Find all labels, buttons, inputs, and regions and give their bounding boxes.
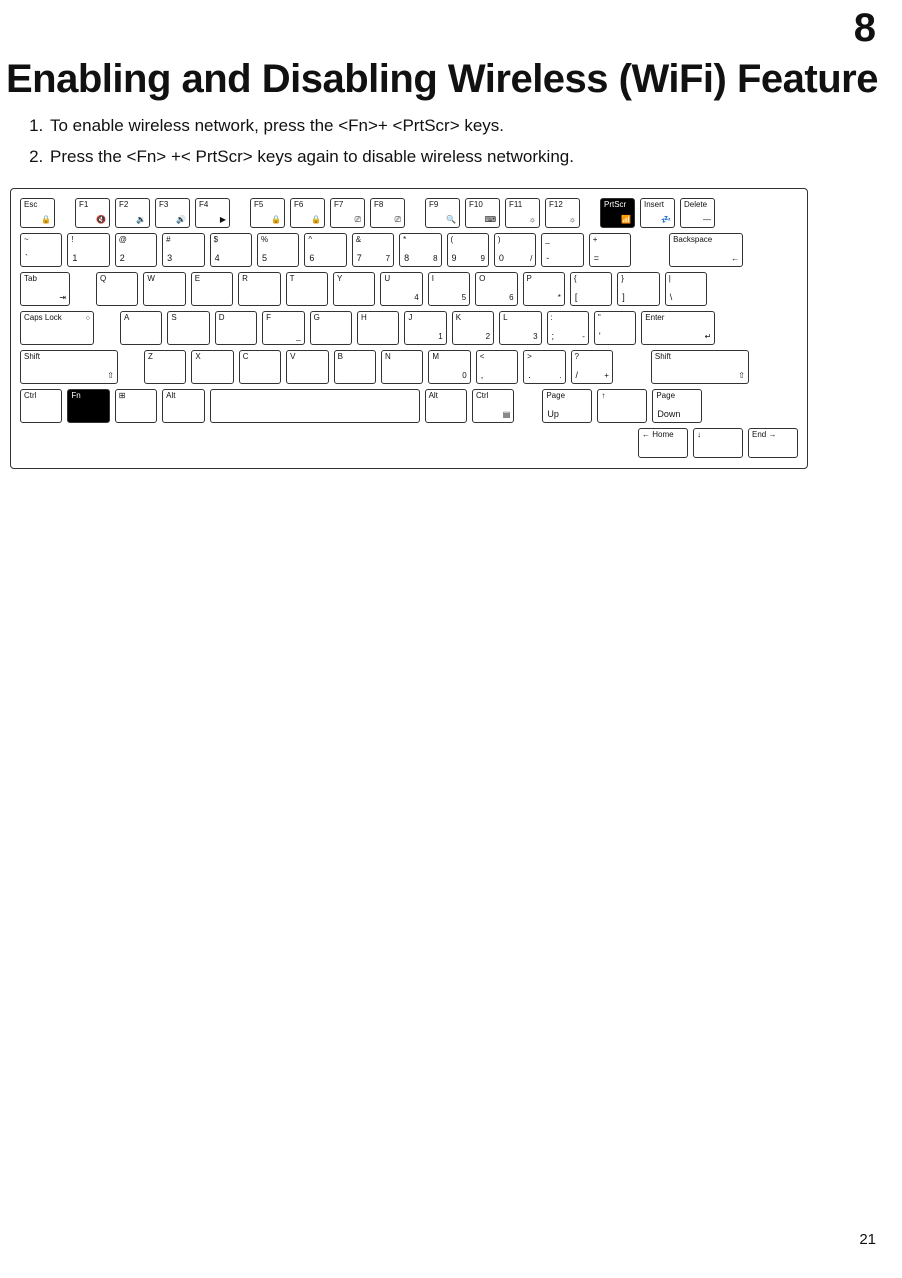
key-c: C xyxy=(239,350,281,384)
key-f10: F10⌨ xyxy=(465,198,500,228)
key-y: Y xyxy=(333,272,375,306)
keyboard-row-fn: Esc🔒 F1🔇F2🔉F3🔊F4▶ F5🔒F6🔒F7⎚F8⎚ F9🔍F10⌨F11☼F… xyxy=(20,198,798,228)
chapter-number: 8 xyxy=(854,6,876,51)
key-: ↓ xyxy=(693,428,743,458)
key-x: X xyxy=(191,350,233,384)
key-: _- xyxy=(541,233,583,267)
key-page: PageDown xyxy=(652,389,702,423)
key-: :;- xyxy=(547,311,589,345)
key-d: D xyxy=(215,311,257,345)
key-: {[ xyxy=(570,272,612,306)
key-w: W xyxy=(143,272,185,306)
key-shift: Shift⇧ xyxy=(20,350,118,384)
key-p: P* xyxy=(523,272,565,306)
key-a: A xyxy=(120,311,162,345)
step-item: Press the <Fn> +< PrtScr> keys again to … xyxy=(48,144,892,170)
key-: &77 xyxy=(352,233,394,267)
key-f4: F4▶ xyxy=(195,198,230,228)
key-f9: F9🔍 xyxy=(425,198,460,228)
key-: += xyxy=(589,233,631,267)
key-q: Q xyxy=(96,272,138,306)
key-prtscr: PrtScr📶 xyxy=(600,198,635,228)
key-f11: F11☼ xyxy=(505,198,540,228)
key-: ^6 xyxy=(304,233,346,267)
key-: $4 xyxy=(210,233,252,267)
key-capslock: Caps Lock○ xyxy=(20,311,94,345)
key-ctrl: Ctrl▤ xyxy=(472,389,514,423)
key-n: N xyxy=(381,350,423,384)
key-r: R xyxy=(238,272,280,306)
key-enter: Enter↵ xyxy=(641,311,715,345)
key-: *88 xyxy=(399,233,441,267)
keyboard-row-arrows: ← Home↓End → xyxy=(20,428,798,458)
keyboard-row-mods: CtrlFn⊞AltAltCtrl▤PageUp↑PageDown xyxy=(20,389,798,423)
key-space xyxy=(210,389,420,423)
key-alt: Alt xyxy=(425,389,467,423)
key-u: U4 xyxy=(380,272,422,306)
keyboard-row-qwerty: Tab⇥ QWERTYU4I5O6P*{[}]|\ xyxy=(20,272,798,306)
key-tab: Tab⇥ xyxy=(20,272,70,306)
key-z: Z xyxy=(144,350,186,384)
key-fn: Fn xyxy=(67,389,109,423)
key-j: J1 xyxy=(404,311,446,345)
key-s: S xyxy=(167,311,209,345)
key-: >.. xyxy=(523,350,565,384)
keyboard-diagram: Esc🔒F1🔇F2🔉F3🔊F4▶F5🔒F6🔒F7⎚F8⎚F9🔍F10⌨F11☼F… xyxy=(10,188,808,469)
key-alt: Alt xyxy=(162,389,204,423)
key-f6: F6🔒 xyxy=(290,198,325,228)
key-home: ← Home xyxy=(638,428,688,458)
key-: %5 xyxy=(257,233,299,267)
key-: @2 xyxy=(115,233,157,267)
step-item: To enable wireless network, press the <F… xyxy=(48,113,892,139)
key-insert: Insert💤 xyxy=(640,198,675,228)
key-v: V xyxy=(286,350,328,384)
key-k: K2 xyxy=(452,311,494,345)
page-number: 21 xyxy=(859,1231,876,1248)
key-f2: F2🔉 xyxy=(115,198,150,228)
keyboard-row-bottom: Shift⇧ ZXCVBNM0<,>..?/+ Shift⇧ xyxy=(20,350,798,384)
key-: (99 xyxy=(447,233,489,267)
key-: ↑ xyxy=(597,389,647,423)
key-f3: F3🔊 xyxy=(155,198,190,228)
key-: }] xyxy=(617,272,659,306)
key-esc: Esc🔒 xyxy=(20,198,55,228)
key-i: I5 xyxy=(428,272,470,306)
key-f: F_ xyxy=(262,311,304,345)
key-end: End → xyxy=(748,428,798,458)
key-: ?/+ xyxy=(571,350,613,384)
keyboard-row-numbers: ~`!1@2#3$4%5^6&77*88(99)0/_-+= Backspace← xyxy=(20,233,798,267)
key-shift: Shift⇧ xyxy=(651,350,749,384)
key-: #3 xyxy=(162,233,204,267)
key-g: G xyxy=(310,311,352,345)
key-f5: F5🔒 xyxy=(250,198,285,228)
keyboard-row-home: Caps Lock○ ASDF_GHJ1K2L3:;-"'Enter↵ xyxy=(20,311,798,345)
key-f1: F1🔇 xyxy=(75,198,110,228)
key-delete: Delete— xyxy=(680,198,715,228)
key-l: L3 xyxy=(499,311,541,345)
key-: ~` xyxy=(20,233,62,267)
steps-list: To enable wireless network, press the <F… xyxy=(4,113,892,170)
page-title: Enabling and Disabling Wireless (WiFi) F… xyxy=(6,58,892,101)
key-: "' xyxy=(594,311,636,345)
key-: ⊞ xyxy=(115,389,157,423)
key-b: B xyxy=(334,350,376,384)
key-h: H xyxy=(357,311,399,345)
key-f7: F7⎚ xyxy=(330,198,365,228)
key-: !1 xyxy=(67,233,109,267)
key-: )0/ xyxy=(494,233,536,267)
key-f8: F8⎚ xyxy=(370,198,405,228)
key-backspace: Backspace← xyxy=(669,233,743,267)
key-t: T xyxy=(286,272,328,306)
key-o: O6 xyxy=(475,272,517,306)
key-page: PageUp xyxy=(542,389,592,423)
key-m: M0 xyxy=(428,350,470,384)
document-page: 8 Enabling and Disabling Wireless (WiFi)… xyxy=(0,0,902,1278)
key-: <, xyxy=(476,350,518,384)
key-e: E xyxy=(191,272,233,306)
key-ctrl: Ctrl xyxy=(20,389,62,423)
key-f12: F12☼ xyxy=(545,198,580,228)
key-: |\ xyxy=(665,272,707,306)
